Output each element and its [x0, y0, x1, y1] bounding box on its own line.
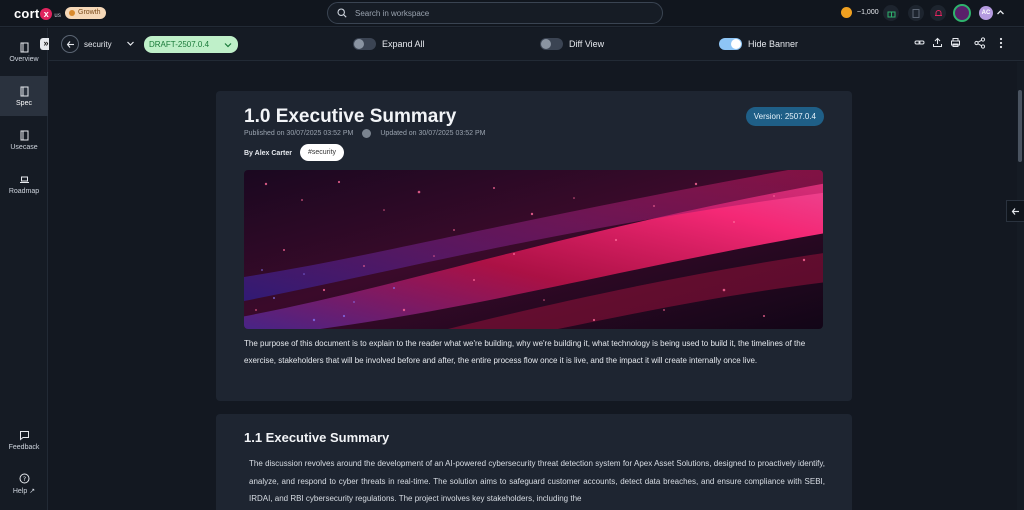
- expand-all-toggle[interactable]: Expand All: [353, 38, 425, 50]
- summary-card: 1.0 Executive Summary Version: 2507.0.4 …: [216, 91, 852, 401]
- chevron-up-icon[interactable]: [996, 8, 1005, 17]
- hide-banner-toggle[interactable]: Hide Banner: [719, 38, 798, 50]
- toggle-label: Expand All: [382, 39, 425, 49]
- sidebar-item-feedback[interactable]: Feedback: [0, 420, 48, 460]
- external-link-icon: ↗: [29, 488, 36, 495]
- sidebar-item-roadmap[interactable]: Roadmap: [0, 164, 48, 204]
- version-badge: Version: 2507.0.4: [745, 107, 824, 126]
- vertical-scrollbar[interactable]: [1017, 62, 1024, 510]
- sidebar-item-usecase[interactable]: Usecase: [0, 120, 48, 160]
- doc-actions: [914, 37, 961, 48]
- search-input[interactable]: Search in workspace: [327, 2, 663, 24]
- banner-image: [244, 170, 823, 329]
- feedback-icon: [19, 430, 29, 441]
- sidebar-item-label: Feedback: [8, 443, 40, 451]
- sidebar-item-help[interactable]: ? Help ↗: [0, 464, 48, 504]
- toggle-label: Diff View: [569, 39, 605, 49]
- share-icon[interactable]: [974, 37, 986, 49]
- notifications-button[interactable]: [930, 5, 946, 21]
- page-title: 1.0 Executive Summary: [244, 106, 457, 127]
- chevron-down-icon[interactable]: [126, 39, 135, 48]
- breadcrumb[interactable]: security: [84, 40, 112, 49]
- more-vertical-icon[interactable]: [999, 37, 1003, 49]
- plan-badge[interactable]: Growth: [65, 7, 106, 19]
- version-select-value: DRAFT-2507.0.4: [149, 40, 210, 49]
- chevron-down-icon: [224, 42, 232, 47]
- app-logo[interactable]: cort x us: [14, 6, 61, 21]
- sidebar-item-label: Help: [12, 488, 28, 495]
- logo-text: cort: [14, 6, 40, 21]
- section-card: 1.1 Executive Summary The discussion rev…: [216, 414, 852, 510]
- search-icon: [337, 8, 347, 18]
- separator-dot: [362, 129, 372, 138]
- document-button[interactable]: [908, 5, 924, 21]
- upload-icon[interactable]: [932, 37, 943, 48]
- sidebar-item-label: Spec: [16, 99, 32, 107]
- scrollbar-thumb[interactable]: [1018, 90, 1022, 162]
- toggle-switch[interactable]: [353, 38, 376, 50]
- link-icon[interactable]: [914, 37, 925, 48]
- section-title: 1.1 Executive Summary: [244, 430, 390, 445]
- sidebar-item-label: Roadmap: [8, 187, 40, 195]
- author-name: By Alex Carter: [244, 150, 292, 157]
- back-button[interactable]: [61, 35, 79, 53]
- published-date: Published on 30/07/2025 03:52 PM: [244, 130, 354, 137]
- document-view[interactable]: 1.0 Executive Summary Version: 2507.0.4 …: [49, 62, 1017, 510]
- logo-mark: x: [40, 7, 53, 20]
- plan-badge-label: Growth: [78, 9, 101, 16]
- sidebar-item-spec[interactable]: Spec: [0, 76, 48, 116]
- sidebar-item-label: Usecase: [10, 143, 38, 151]
- left-sidebar: Overview Spec Usecase Roadmap Feedback ?…: [0, 28, 48, 510]
- help-icon: ?: [19, 473, 29, 484]
- svg-text:?: ?: [22, 475, 25, 483]
- gift-icon: [887, 11, 895, 17]
- publish-meta: Published on 30/07/2025 03:52 PM Updated…: [244, 129, 485, 138]
- laptop-icon: [19, 176, 29, 183]
- book-icon: [20, 42, 28, 52]
- document-icon: [912, 8, 920, 18]
- coin-icon: [841, 7, 852, 18]
- open-panel-button[interactable]: [1006, 200, 1024, 222]
- credits-display[interactable]: ~1,000: [841, 7, 879, 18]
- diff-view-toggle[interactable]: Diff View: [540, 38, 604, 50]
- section-paragraph: The discussion revolves around the devel…: [249, 459, 825, 503]
- plan-dot-icon: [69, 10, 75, 16]
- gift-button[interactable]: [883, 5, 899, 21]
- bell-icon: [934, 9, 942, 16]
- book-icon: [20, 130, 28, 140]
- arrow-left-icon: [66, 40, 74, 48]
- logo-suffix: us: [54, 13, 62, 19]
- top-bar: cort x us Growth Search in workspace ~1,00…: [0, 0, 1024, 27]
- version-select[interactable]: DRAFT-2507.0.4: [144, 36, 238, 53]
- toggle-switch[interactable]: [719, 38, 742, 50]
- updated-date: Updated on 30/07/2025 03:52 PM: [380, 130, 486, 137]
- spec-icon: [20, 86, 28, 96]
- print-icon[interactable]: [950, 37, 961, 48]
- search-placeholder: Search in workspace: [355, 8, 430, 18]
- tag-chip[interactable]: #security: [300, 144, 345, 161]
- sidebar-item-label: Overview: [9, 55, 39, 63]
- help-row: Help ↗: [13, 487, 35, 495]
- credits-value: ~1,000: [857, 9, 879, 16]
- user-avatar[interactable]: AC: [979, 6, 993, 20]
- toggle-switch[interactable]: [540, 38, 563, 50]
- arrow-left-icon: [1011, 207, 1019, 215]
- workspace-avatar[interactable]: [953, 4, 971, 22]
- document-toolbar: security DRAFT-2507.0.4 Expand All Diff …: [49, 28, 1024, 61]
- intro-paragraph: The purpose of this document is to expla…: [244, 339, 806, 365]
- banner-artwork: [244, 170, 823, 329]
- toggle-label: Hide Banner: [748, 39, 799, 49]
